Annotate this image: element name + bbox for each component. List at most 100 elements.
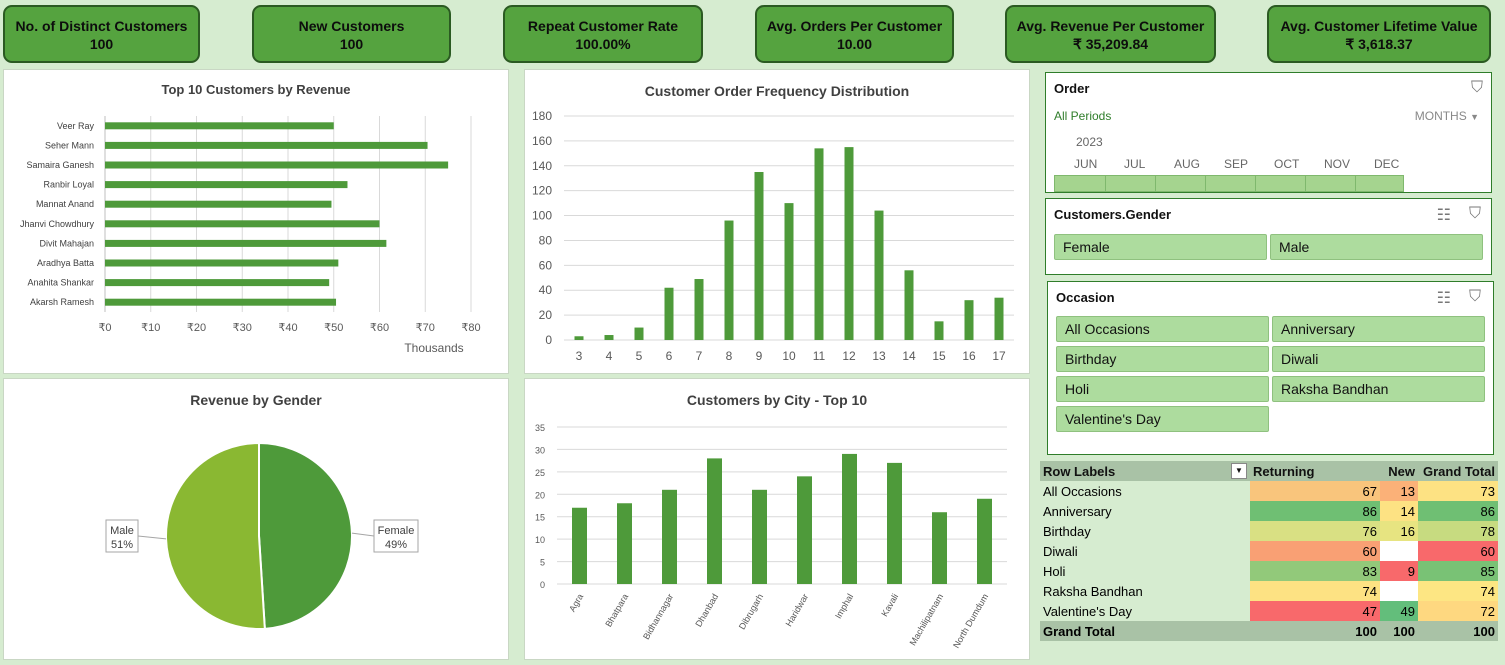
data-label-percent: 51% <box>111 539 133 551</box>
row-label: Birthday <box>1043 523 1091 539</box>
row-label: Anniversary <box>1043 503 1112 519</box>
top-customers-chart-panel[interactable]: Top 10 Customers by Revenue ₹0 ₹10 ₹20 ₹30 ₹… <box>3 69 509 374</box>
category-label: Anahita Shankar <box>27 278 94 288</box>
timeline-period-bar[interactable] <box>1054 175 1404 192</box>
bar <box>604 335 614 340</box>
data-label-name: Female <box>378 525 415 537</box>
pivot-row: Valentine's Day 47 49 72 <box>1040 601 1498 621</box>
tick-label: 15 <box>535 513 545 523</box>
order-frequency-chart-panel[interactable]: Customer Order Frequency Distribution 02… <box>524 69 1030 374</box>
bar <box>784 203 794 340</box>
clear-filter-icon[interactable]: ⛉ <box>1471 79 1483 97</box>
tick-label: 30 <box>535 445 545 455</box>
slicer-item-valentines-day[interactable]: Valentine's Day <box>1056 406 1269 432</box>
timeline-month-divider <box>1105 176 1106 191</box>
cell-total: 86 <box>1418 501 1498 521</box>
tick-label: 0 <box>545 333 552 347</box>
tick-label: 120 <box>532 184 552 198</box>
multi-select-icon[interactable]: ☷ <box>1437 205 1451 225</box>
slicer-item-raksha-bandhan[interactable]: Raksha Bandhan <box>1272 376 1485 402</box>
category-label: Haridwar <box>784 592 811 628</box>
category-label: Akarsh Ramesh <box>30 297 94 307</box>
header-label: Row Labels <box>1043 463 1116 479</box>
category-label: 14 <box>902 349 916 363</box>
multi-select-icon[interactable]: ☷ <box>1437 288 1451 308</box>
timeline-level-dropdown[interactable]: MONTHS ▼ <box>1415 109 1479 123</box>
category-label: Agra <box>567 592 585 613</box>
cell-total: 72 <box>1418 601 1498 621</box>
cell-total: 60 <box>1418 541 1498 561</box>
category-label: 7 <box>696 349 703 363</box>
slicer-item-diwali[interactable]: Diwali <box>1272 346 1485 372</box>
slicer-item-male[interactable]: Male <box>1270 234 1483 260</box>
slicer-item-all-occasions[interactable]: All Occasions <box>1056 316 1269 342</box>
bar <box>105 141 428 149</box>
timeline-month-divider <box>1205 176 1206 191</box>
clear-filter-icon[interactable]: ⛉ <box>1469 205 1481 223</box>
kpi-distinct-customers: No. of Distinct Customers 100 <box>3 5 200 63</box>
bar <box>662 489 677 584</box>
tick-label: ₹60 <box>370 322 389 334</box>
bar <box>707 458 722 584</box>
bar <box>105 200 332 208</box>
kpi-title: Avg. Orders Per Customer <box>766 18 943 34</box>
leader-line <box>351 532 375 537</box>
tick-label: 40 <box>539 283 553 297</box>
cell-total: 85 <box>1418 561 1498 581</box>
category-label: 6 <box>666 349 673 363</box>
bar <box>105 122 334 130</box>
timeline-month-label: NOV <box>1324 157 1351 171</box>
category-label: Jhanvi Chowdhury <box>20 219 95 229</box>
kpi-avg-orders: Avg. Orders Per Customer 10.00 <box>755 5 954 63</box>
pivot-row: Anniversary 86 14 86 <box>1040 501 1498 521</box>
tick-label: 20 <box>535 490 545 500</box>
tick-label: ₹40 <box>278 322 297 334</box>
filter-dropdown-icon[interactable]: ▼ <box>1231 463 1247 479</box>
kpi-value: 10.00 <box>836 36 873 52</box>
pie-slice <box>165 441 266 630</box>
slicer-item-holi[interactable]: Holi <box>1056 376 1269 402</box>
city-chart: 0 5 10 15 20 25 30 35 Agra Bhatpara Bidhannagar Dha… <box>535 423 1007 650</box>
bar <box>572 507 587 584</box>
clear-filter-icon[interactable]: ⛉ <box>1469 288 1481 306</box>
category-label: 8 <box>726 349 733 363</box>
bar <box>105 181 348 189</box>
city-chart-panel[interactable]: Customers by City - Top 10 0 5 10 15 20 25 30 3… <box>524 378 1030 660</box>
timeline-months: JUN JUL AUG SEP OCT NOV DEC <box>1054 157 1404 171</box>
tick-label: ₹50 <box>324 322 343 334</box>
timeline-month-label: JUL <box>1124 157 1146 171</box>
bar <box>105 259 339 267</box>
slicer-item-birthday[interactable]: Birthday <box>1056 346 1269 372</box>
timeline-year: 2023 <box>1076 135 1103 149</box>
bar <box>994 297 1004 340</box>
gender-slicer[interactable]: Customers.Gender ☷ ⛉ Female Male <box>1045 198 1492 275</box>
kpi-title: No. of Distinct Customers <box>15 18 188 34</box>
cell-new: 14 <box>1380 501 1418 521</box>
pivot-header-row-labels[interactable]: Row Labels ▼ <box>1040 461 1250 481</box>
pivot-grand-total-row: Grand Total 100 100 100 <box>1040 621 1498 641</box>
bar <box>105 220 380 228</box>
slicer-item-anniversary[interactable]: Anniversary <box>1272 316 1485 342</box>
revenue-gender-chart-panel[interactable]: Revenue by Gender Female 49% Male 51% <box>3 378 509 660</box>
category-label: Dibrugarh <box>737 592 765 631</box>
bar <box>977 498 992 584</box>
order-timeline[interactable]: Order ⛉ All Periods MONTHS ▼ 2023 JUN JUL… <box>1045 72 1492 193</box>
category-label: 10 <box>782 349 796 363</box>
timeline-month-label: JUN <box>1074 157 1098 171</box>
bar <box>724 220 734 340</box>
bar <box>694 279 704 340</box>
timeline-month-divider <box>1355 176 1356 191</box>
occasion-slicer[interactable]: Occasion ☷ ⛉ All Occasions Anniversary B… <box>1047 281 1494 455</box>
kpi-new-customers: New Customers 100 <box>252 5 451 63</box>
timeline-month-label: SEP <box>1224 157 1249 171</box>
category-label: Mannat Anand <box>36 199 94 209</box>
slicer-item-female[interactable]: Female <box>1054 234 1267 260</box>
cell-total: 78 <box>1418 521 1498 541</box>
leader-line <box>137 535 167 540</box>
cell-new: 13 <box>1380 481 1418 501</box>
bar <box>105 298 337 306</box>
row-label: Grand Total <box>1043 623 1115 639</box>
unit-label: Thousands <box>404 341 463 355</box>
bar <box>105 279 330 287</box>
slicer-title: Customers.Gender <box>1054 207 1172 222</box>
